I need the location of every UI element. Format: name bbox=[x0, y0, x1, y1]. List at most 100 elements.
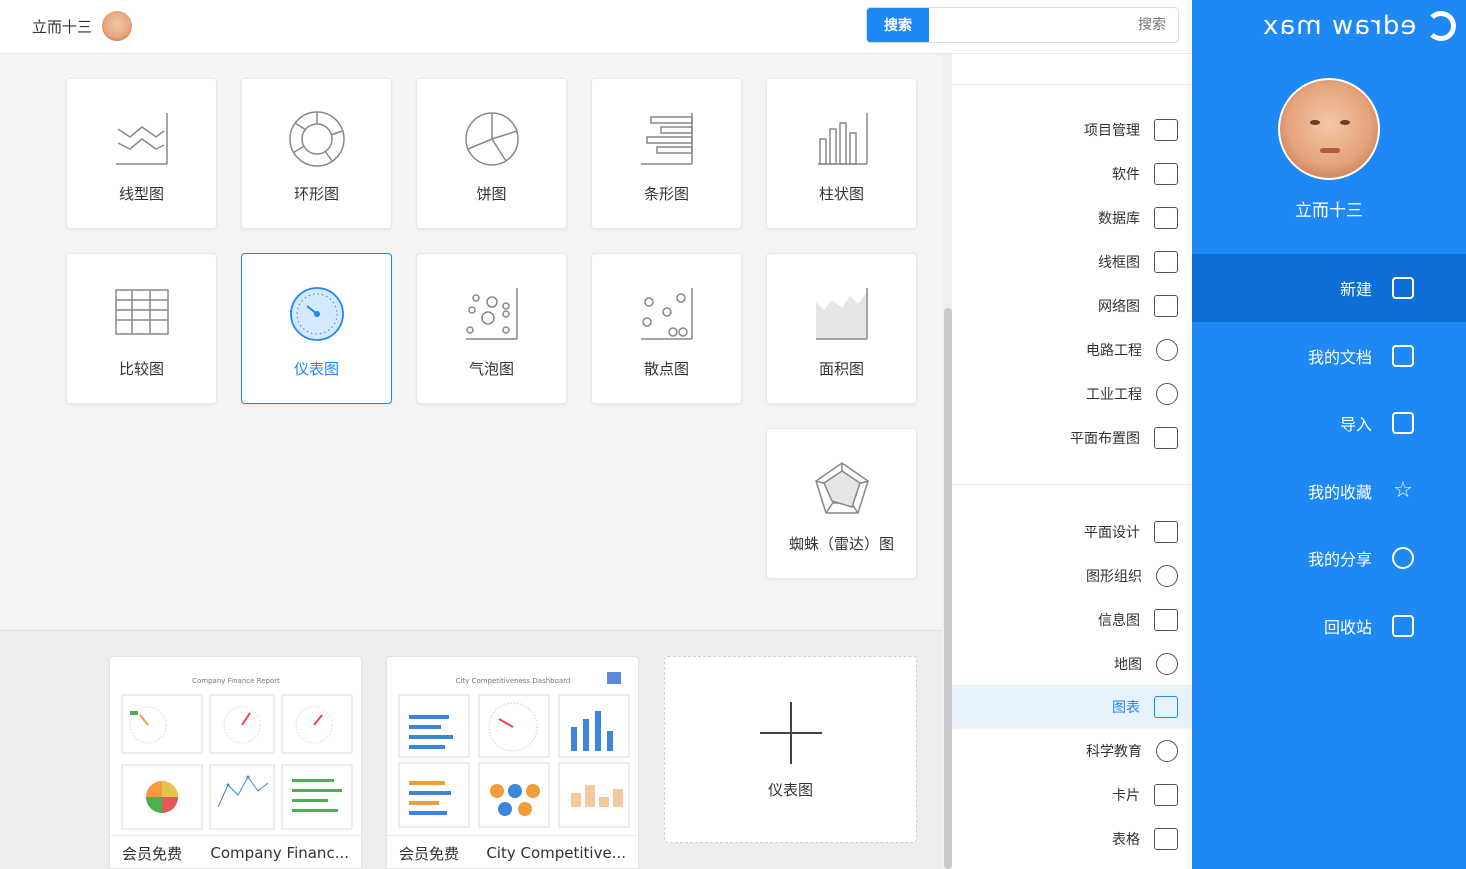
new-blank-chart-card[interactable]: 仪表图 bbox=[664, 656, 917, 843]
avatar-eye bbox=[1340, 120, 1350, 125]
chart-type-column[interactable]: 柱状图 bbox=[766, 78, 917, 229]
chart-type-label: 饼图 bbox=[476, 185, 507, 203]
sidebar-item-label: 我的收藏 bbox=[1307, 483, 1372, 502]
logo: edraw max bbox=[1262, 10, 1457, 42]
chart-type-comparison[interactable]: 比较图 bbox=[66, 253, 217, 404]
template-title: City Competitive... bbox=[486, 844, 626, 862]
category-item-graphic-design[interactable]: 平面设计 bbox=[952, 510, 1192, 554]
sidebar-item-import[interactable]: 导入 bbox=[1192, 389, 1466, 457]
sidebar-item-favorites[interactable]: 我的收藏 ☆ bbox=[1192, 457, 1466, 525]
sidebar-item-new[interactable]: 新建 bbox=[1192, 254, 1466, 322]
chart-type-bubble[interactable]: 气泡图 bbox=[416, 253, 567, 404]
avatar[interactable] bbox=[102, 11, 133, 41]
category-label: 线框图 bbox=[1098, 255, 1140, 271]
new-file-icon bbox=[1392, 277, 1414, 299]
scrollbar-thumb[interactable] bbox=[944, 308, 952, 869]
star-icon: ☆ bbox=[1393, 478, 1413, 503]
category-label: 数据库 bbox=[1098, 211, 1140, 227]
category-item-network[interactable]: 网络图 bbox=[952, 284, 1192, 328]
chart-type-line[interactable]: 线型图 bbox=[66, 78, 217, 229]
document-icon bbox=[1392, 345, 1414, 367]
gauge-chart-icon bbox=[290, 287, 344, 341]
scrollbar[interactable] bbox=[942, 54, 952, 869]
top-user-name: 立而十三 bbox=[32, 17, 93, 36]
sidebar-item-label: 导入 bbox=[1339, 415, 1372, 434]
chart-type-label: 环形图 bbox=[293, 185, 339, 203]
category-label: 平面设计 bbox=[1084, 525, 1140, 541]
category-label: 网络图 bbox=[1098, 299, 1140, 315]
map-pin-icon bbox=[1156, 653, 1178, 675]
logo-icon bbox=[1426, 11, 1457, 41]
category-label: 图形组织 bbox=[1086, 569, 1142, 585]
category-item-project[interactable]: 项目管理 bbox=[952, 108, 1192, 152]
category-label: 工业工程 bbox=[1086, 387, 1142, 403]
category-item-infographic[interactable]: 信息图 bbox=[952, 598, 1192, 642]
category-label: 平面布置图 bbox=[1070, 431, 1140, 447]
top-user[interactable]: 立而十三 bbox=[32, 11, 133, 41]
category-item-map[interactable]: 地图 bbox=[952, 642, 1192, 686]
avatar-mouth bbox=[1320, 148, 1340, 153]
chart-type-pie[interactable]: 饼图 bbox=[416, 78, 567, 229]
database-icon bbox=[1154, 207, 1178, 229]
sidebar-item-label: 新建 bbox=[1339, 280, 1372, 299]
category-item-wireframe[interactable]: 线框图 bbox=[952, 240, 1192, 284]
donut-chart-icon bbox=[289, 111, 345, 167]
template-preview-image: Company Finance Report bbox=[118, 667, 355, 835]
category-item-science[interactable]: 科学教育 bbox=[952, 729, 1192, 773]
logo-text: edraw max bbox=[1262, 11, 1417, 41]
category-label: 项目管理 bbox=[1084, 123, 1140, 139]
search-input[interactable] bbox=[929, 8, 1178, 42]
category-label: 科学教育 bbox=[1086, 744, 1142, 760]
chart-type-label: 仪表图 bbox=[293, 360, 339, 378]
scatter-chart-icon bbox=[641, 288, 693, 340]
category-item-chart[interactable]: 图表 bbox=[952, 685, 1192, 729]
chart-type-area[interactable]: 面积图 bbox=[766, 253, 917, 404]
bubble-chart-icon bbox=[466, 288, 518, 340]
gantt-icon bbox=[1154, 119, 1178, 141]
category-label: 表格 bbox=[1112, 832, 1140, 848]
chart-type-bar[interactable]: 条形图 bbox=[591, 78, 742, 229]
comparison-chart-icon bbox=[115, 289, 169, 335]
chart-type-label: 线型图 bbox=[118, 185, 164, 203]
template-footer: 会员免费 City Competitive... bbox=[387, 835, 638, 868]
floorplan-icon bbox=[1154, 427, 1178, 449]
new-card-label: 仪表图 bbox=[767, 781, 813, 799]
category-item-circuit[interactable]: 电路工程 bbox=[952, 328, 1192, 372]
template-badge: 会员免费 bbox=[122, 844, 183, 863]
category-item-table[interactable]: 表格 bbox=[952, 817, 1192, 861]
chart-type-label: 面积图 bbox=[818, 360, 864, 378]
avatar[interactable] bbox=[1278, 78, 1380, 180]
chart-type-scatter[interactable]: 散点图 bbox=[591, 253, 742, 404]
table-icon bbox=[1154, 828, 1178, 850]
template-preview-image: City Competitiveness Dashboard bbox=[395, 667, 632, 835]
avatar-eye bbox=[1310, 120, 1320, 125]
template-preview-title: City Competitiveness Dashboard bbox=[456, 677, 571, 685]
chart-type-donut[interactable]: 环形图 bbox=[241, 78, 392, 229]
template-card-city[interactable]: City Competitiveness Dashboard 会员免费 City… bbox=[386, 656, 639, 869]
template-card-company[interactable]: Company Finance Report 会员免费 Company Fina… bbox=[109, 656, 362, 869]
sidebar-item-my-docs[interactable]: 我的文档 bbox=[1192, 322, 1466, 390]
chart-type-gauge[interactable]: 仪表图 bbox=[241, 253, 392, 404]
sidebar-item-shares[interactable]: 我的分享 bbox=[1192, 524, 1466, 592]
category-item-graphic-organizer[interactable]: 图形组织 bbox=[952, 554, 1192, 598]
divider bbox=[952, 84, 1192, 85]
network-icon bbox=[1154, 295, 1178, 317]
search-button[interactable]: 搜索 bbox=[867, 8, 929, 42]
template-badge: 会员免费 bbox=[399, 844, 460, 863]
user-name: 立而十三 bbox=[1295, 201, 1363, 221]
category-item-industry[interactable]: 工业工程 bbox=[952, 372, 1192, 416]
category-item-floorplan[interactable]: 平面布置图 bbox=[952, 416, 1192, 460]
category-item-card[interactable]: 卡片 bbox=[952, 773, 1192, 817]
chart-type-label: 蜘蛛（雷达）图 bbox=[788, 535, 894, 553]
search-box: 搜索 bbox=[866, 7, 1179, 43]
category-item-database[interactable]: 数据库 bbox=[952, 196, 1192, 240]
image-icon bbox=[1154, 521, 1178, 543]
sidebar-item-label: 我的分享 bbox=[1307, 550, 1372, 569]
sidebar-item-trash[interactable]: 回收站 bbox=[1192, 592, 1466, 660]
plus-icon bbox=[760, 732, 822, 734]
category-label: 卡片 bbox=[1112, 788, 1140, 804]
category-item-software[interactable]: 软件 bbox=[952, 152, 1192, 196]
chart-type-label: 散点图 bbox=[643, 360, 689, 378]
chart-type-radar[interactable]: 蜘蛛（雷达）图 bbox=[766, 428, 917, 579]
line-chart-icon bbox=[116, 113, 168, 165]
